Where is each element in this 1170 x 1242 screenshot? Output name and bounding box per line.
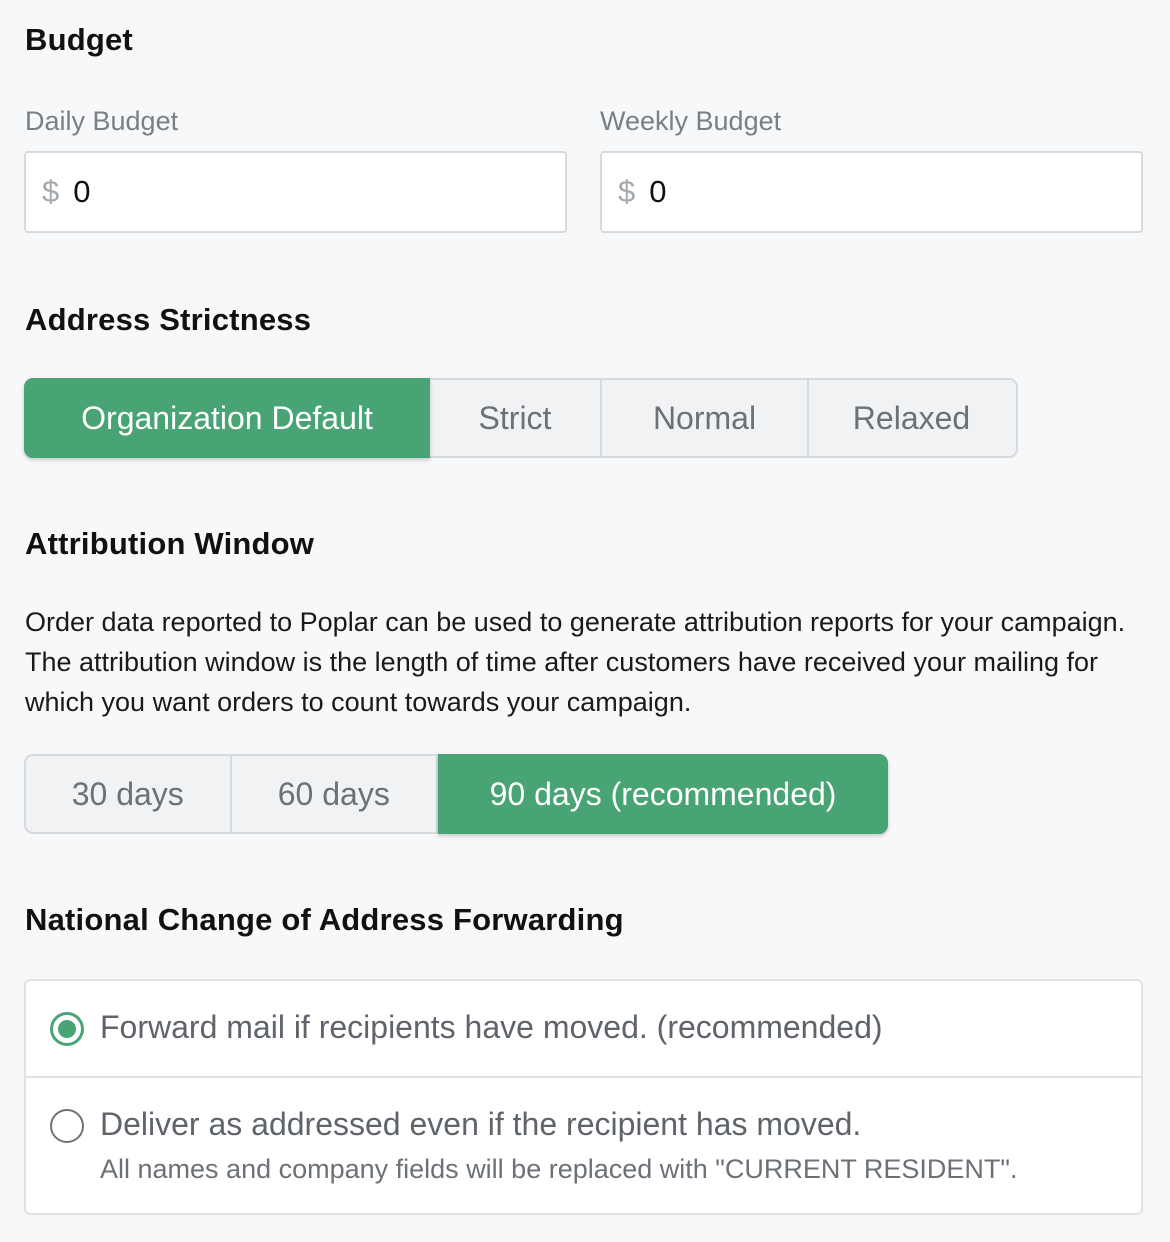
strictness-option-organization-default[interactable]: Organization Default	[24, 378, 430, 458]
daily-budget-label: Daily Budget	[25, 106, 179, 136]
ncoa-option-forward-label: Forward mail if recipients have moved. (…	[100, 1009, 883, 1045]
weekly-budget-input[interactable]	[649, 174, 1090, 210]
ncoa-option-deliver-as-addressed[interactable]: Deliver as addressed even if the recipie…	[26, 1078, 1141, 1215]
weekly-budget-field[interactable]: $	[600, 151, 1143, 233]
ncoa-option-deliver-label: Deliver as addressed even if the recipie…	[100, 1106, 862, 1142]
address-strictness-title: Address Strictness	[25, 302, 312, 337]
attribution-option-60-days[interactable]: 60 days	[232, 756, 439, 832]
dollar-icon: $	[618, 174, 636, 209]
daily-budget-field[interactable]: $	[24, 151, 567, 233]
address-strictness-selector: Organization Default Strict Normal Relax…	[24, 378, 1018, 458]
strictness-option-normal[interactable]: Normal	[602, 380, 809, 456]
ncoa-options: Forward mail if recipients have moved. (…	[24, 979, 1143, 1215]
strictness-option-strict[interactable]: Strict	[430, 380, 602, 456]
attribution-window-selector: 30 days 60 days 90 days (recommended)	[24, 754, 888, 834]
ncoa-option-forward[interactable]: Forward mail if recipients have moved. (…	[26, 981, 1141, 1078]
strictness-option-relaxed[interactable]: Relaxed	[809, 380, 1014, 456]
budget-title: Budget	[25, 22, 133, 57]
dollar-icon: $	[42, 174, 60, 209]
radio-checked-icon[interactable]	[50, 1012, 84, 1046]
ncoa-title: National Change of Address Forwarding	[25, 902, 624, 937]
radio-unchecked-icon[interactable]	[50, 1109, 84, 1143]
attribution-window-description: Order data reported to Poplar can be use…	[25, 607, 1126, 717]
ncoa-option-deliver-sublabel: All names and company fields will be rep…	[100, 1154, 1018, 1184]
attribution-window-title: Attribution Window	[25, 526, 315, 561]
weekly-budget-label: Weekly Budget	[600, 106, 782, 136]
attribution-option-30-days[interactable]: 30 days	[26, 756, 232, 832]
daily-budget-input[interactable]	[73, 174, 514, 210]
attribution-option-90-days[interactable]: 90 days (recommended)	[438, 754, 888, 834]
